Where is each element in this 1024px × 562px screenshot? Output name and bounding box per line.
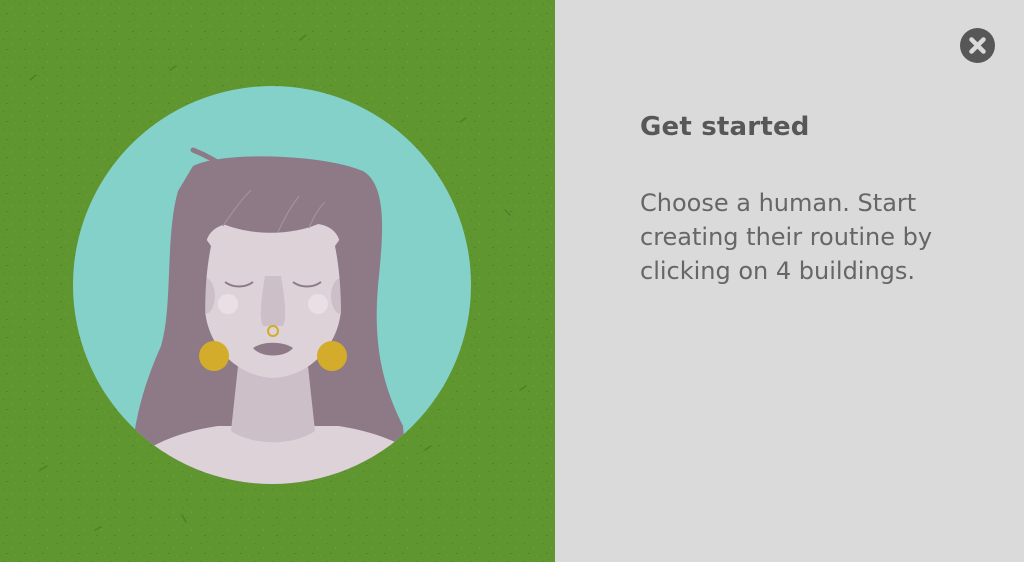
close-icon [969, 37, 986, 54]
intro-screen: Get started Choose a human. Start creati… [0, 0, 1024, 562]
close-button[interactable] [960, 28, 995, 63]
panel-title: Get started [640, 112, 810, 142]
woman-avatar-illustration[interactable] [73, 86, 471, 484]
intro-panel: Get started Choose a human. Start creati… [555, 0, 1024, 562]
background-area [0, 0, 555, 562]
panel-instructions: Choose a human. Start creating their rou… [640, 189, 933, 285]
